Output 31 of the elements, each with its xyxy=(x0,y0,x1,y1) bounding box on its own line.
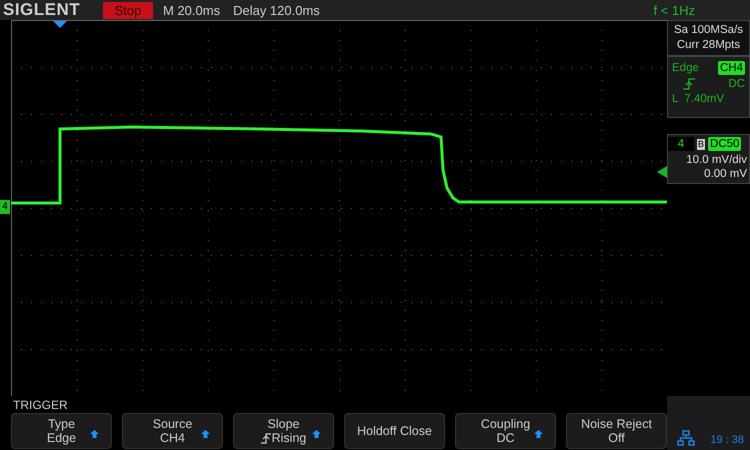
softkey-button[interactable]: Slope Rising xyxy=(233,413,334,449)
trigger-type-label: Edge xyxy=(672,62,699,74)
menu-title: TRIGGER xyxy=(12,397,69,413)
trigger-level-label: L 7.40mV xyxy=(672,93,725,105)
ground-marker: 4 xyxy=(0,200,10,214)
rising-edge-icon xyxy=(682,78,696,90)
network-icon xyxy=(677,430,695,446)
vertical-scale-label: 10.0 mV/div xyxy=(686,153,747,167)
sample-rate-label: Sa 100MSa/s xyxy=(674,23,744,38)
impedance-badge: DC50 xyxy=(708,137,742,151)
brand-logo: SIGLENT xyxy=(2,0,82,20)
up-arrow-icon xyxy=(201,430,210,438)
rising-edge-icon xyxy=(260,432,272,444)
vertical-offset-label: 0.00 mV xyxy=(704,167,747,181)
up-arrow-icon xyxy=(90,430,99,438)
up-arrow-icon xyxy=(312,430,321,438)
trigger-coupling-label: DC xyxy=(728,78,745,90)
clock-label: 19 : 38 xyxy=(710,434,744,446)
softkey-button[interactable]: Holdoff Close xyxy=(344,413,445,449)
timebase-label: M 20.0ms xyxy=(163,2,220,18)
bandwidth-limit-badge: B xyxy=(697,138,706,150)
softkey-button[interactable]: Type Edge xyxy=(11,413,112,449)
softkey-button[interactable]: Coupling DC xyxy=(455,413,556,449)
softkey-button[interactable]: Noise Reject Off xyxy=(566,413,667,449)
memory-depth-label: Curr 28Mpts xyxy=(676,38,740,53)
delay-label: Delay 120.0ms xyxy=(233,2,320,18)
softkey-button[interactable]: Source CH4 xyxy=(122,413,223,449)
frequency-label: f < 1Hz xyxy=(653,2,695,18)
up-arrow-icon xyxy=(534,430,543,438)
channel-number: 4 xyxy=(668,137,694,151)
trigger-source-badge: CH4 xyxy=(718,61,745,75)
